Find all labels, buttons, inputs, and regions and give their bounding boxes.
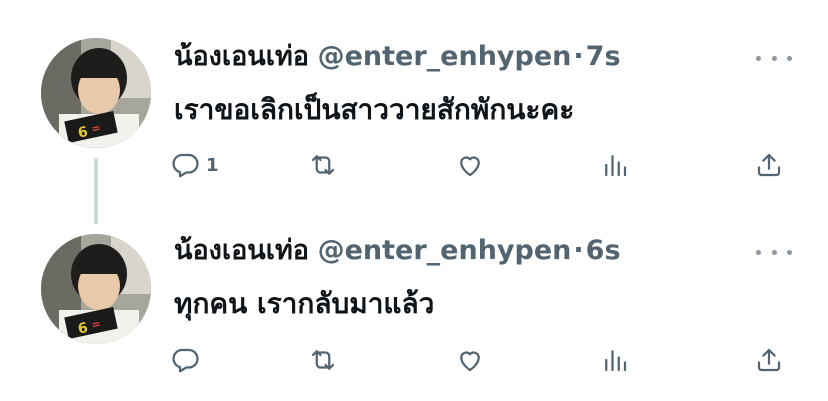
- views-button[interactable]: [600, 340, 630, 380]
- reply-button[interactable]: [170, 340, 206, 380]
- timestamp[interactable]: 6s: [586, 235, 621, 266]
- more-button[interactable]: [756, 242, 792, 262]
- avatar-image: 6 =: [41, 234, 151, 344]
- more-dot-icon: [787, 249, 792, 255]
- avatar[interactable]: 6 =: [41, 234, 151, 344]
- views-icon: [605, 350, 627, 372]
- retweet-button[interactable]: [308, 340, 338, 380]
- more-dot-icon: [771, 249, 777, 255]
- share-icon: [757, 348, 781, 372]
- separator-dot: ·: [573, 235, 584, 266]
- more-dot-icon: [756, 249, 761, 255]
- tweet-actions: [160, 340, 800, 380]
- reply-icon: [172, 348, 199, 373]
- tweet-text: ทุกคน เรากลับมาแล้ว: [174, 287, 435, 320]
- display-name[interactable]: น้องเอนเท่อ: [174, 235, 309, 266]
- retweet-icon: [311, 350, 335, 370]
- user-handle[interactable]: @enter_enhypen: [318, 235, 572, 266]
- tweet-header: น้องเอนเท่อ @enter_enhypen·6s: [174, 234, 621, 268]
- share-button[interactable]: [754, 340, 784, 380]
- heart-icon: [460, 351, 480, 372]
- like-button[interactable]: [455, 340, 485, 380]
- tweet-2[interactable]: 6 = น้องเอนเท่อ @enter_enhypen·6s ทุกคน …: [0, 0, 828, 401]
